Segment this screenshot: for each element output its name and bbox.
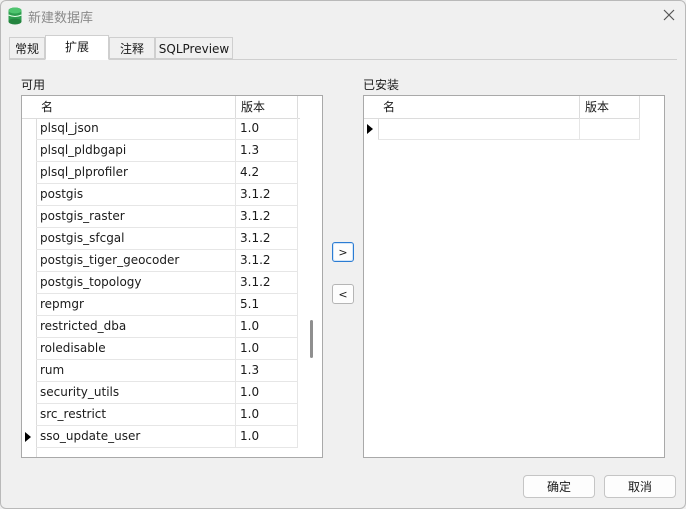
extension-name-cell[interactable]: src_restrict bbox=[36, 404, 236, 426]
extension-name-cell[interactable]: postgis_topology bbox=[36, 272, 236, 294]
extension-name-cell[interactable]: repmgr bbox=[36, 294, 236, 316]
extension-version-cell[interactable]: 1.0 bbox=[236, 404, 298, 426]
table-row[interactable]: security_utils 1.0 bbox=[22, 382, 298, 404]
table-row[interactable]: plsql_pldbgapi 1.3 bbox=[22, 140, 298, 162]
extension-name-cell[interactable]: postgis_raster bbox=[36, 206, 236, 228]
extension-version-cell[interactable]: 3.1.2 bbox=[236, 272, 298, 294]
close-button[interactable] bbox=[657, 4, 681, 26]
installed-grid-header: 名 版本 bbox=[364, 96, 640, 119]
ok-button[interactable]: 确定 bbox=[523, 475, 595, 498]
extension-version-cell[interactable]: 3.1.2 bbox=[236, 228, 298, 250]
table-row[interactable]: roledisable 1.0 bbox=[22, 338, 298, 360]
title-bar: 新建数据库 bbox=[1, 1, 685, 31]
available-label: 可用 bbox=[21, 78, 46, 92]
extension-version-cell[interactable]: 1.0 bbox=[236, 338, 298, 360]
tab-general[interactable]: 常规 bbox=[9, 37, 45, 59]
window-title: 新建数据库 bbox=[28, 11, 94, 26]
table-row[interactable]: postgis_sfcgal 3.1.2 bbox=[22, 228, 298, 250]
extension-version-cell[interactable]: 3.1.2 bbox=[236, 250, 298, 272]
table-row[interactable]: postgis_raster 3.1.2 bbox=[22, 206, 298, 228]
table-row[interactable]: sso_update_user 1.0 bbox=[22, 426, 298, 448]
remove-extension-button[interactable]: < bbox=[332, 284, 354, 304]
scrollbar-thumb[interactable] bbox=[310, 320, 313, 358]
available-grid-header: 名 版本 bbox=[22, 96, 300, 119]
tab-extensions[interactable]: 扩展 bbox=[45, 35, 109, 60]
installed-label: 已安装 bbox=[363, 78, 400, 92]
close-icon bbox=[663, 9, 675, 21]
extension-name-cell[interactable]: plsql_plprofiler bbox=[36, 162, 236, 184]
table-row[interactable]: src_restrict 1.0 bbox=[22, 404, 298, 426]
extension-name-cell[interactable]: roledisable bbox=[36, 338, 236, 360]
extension-version-cell[interactable] bbox=[580, 118, 640, 140]
column-header-name[interactable]: 名 bbox=[36, 96, 236, 118]
extension-version-cell[interactable]: 4.2 bbox=[236, 162, 298, 184]
extension-name-cell[interactable]: rum bbox=[36, 360, 236, 382]
table-row[interactable] bbox=[364, 118, 640, 140]
extension-name-cell[interactable]: sso_update_user bbox=[36, 426, 236, 448]
extension-name-cell[interactable]: security_utils bbox=[36, 382, 236, 404]
column-header-version[interactable]: 版本 bbox=[580, 96, 640, 118]
available-scrollbar[interactable] bbox=[300, 96, 322, 457]
extension-name-cell[interactable]: plsql_json bbox=[36, 118, 236, 140]
extension-name-cell[interactable] bbox=[378, 118, 580, 140]
table-row[interactable]: postgis_topology 3.1.2 bbox=[22, 272, 298, 294]
extension-name-cell[interactable]: postgis_sfcgal bbox=[36, 228, 236, 250]
cancel-button[interactable]: 取消 bbox=[604, 475, 676, 498]
table-row[interactable]: postgis_tiger_geocoder 3.1.2 bbox=[22, 250, 298, 272]
extension-version-cell[interactable]: 3.1.2 bbox=[236, 206, 298, 228]
table-row[interactable]: rum 1.3 bbox=[22, 360, 298, 382]
extension-version-cell[interactable]: 1.0 bbox=[236, 382, 298, 404]
extension-version-cell[interactable]: 5.1 bbox=[236, 294, 298, 316]
extension-version-cell[interactable]: 1.3 bbox=[236, 360, 298, 382]
new-database-dialog: 新建数据库 常规 扩展 注释 SQLPreview 可用 已安装 名 版本 pl… bbox=[0, 0, 686, 509]
installed-grid: 名 版本 bbox=[363, 95, 665, 458]
extension-name-cell[interactable]: restricted_dba bbox=[36, 316, 236, 338]
table-row[interactable]: plsql_plprofiler 4.2 bbox=[22, 162, 298, 184]
extension-name-cell[interactable]: postgis bbox=[36, 184, 236, 206]
extension-name-cell[interactable]: postgis_tiger_geocoder bbox=[36, 250, 236, 272]
extension-version-cell[interactable]: 1.0 bbox=[236, 316, 298, 338]
table-row[interactable]: repmgr 5.1 bbox=[22, 294, 298, 316]
tab-sqlpreview[interactable]: SQLPreview bbox=[155, 37, 233, 59]
available-grid: 名 版本 plsql_json 1.0 plsql_pldbgapi 1.3 plsql… bbox=[21, 95, 323, 458]
extension-version-cell[interactable]: 1.3 bbox=[236, 140, 298, 162]
extension-version-cell[interactable]: 1.0 bbox=[236, 426, 298, 448]
extension-name-cell[interactable]: plsql_pldbgapi bbox=[36, 140, 236, 162]
column-header-version[interactable]: 版本 bbox=[236, 96, 298, 118]
add-extension-button[interactable]: > bbox=[332, 242, 354, 262]
current-row-icon bbox=[25, 432, 31, 442]
database-icon bbox=[8, 7, 22, 25]
table-row[interactable]: restricted_dba 1.0 bbox=[22, 316, 298, 338]
column-header-name[interactable]: 名 bbox=[378, 96, 580, 118]
current-row-icon bbox=[367, 124, 373, 134]
tab-comment[interactable]: 注释 bbox=[109, 37, 155, 59]
table-row[interactable]: plsql_json 1.0 bbox=[22, 118, 298, 140]
extension-version-cell[interactable]: 3.1.2 bbox=[236, 184, 298, 206]
table-row[interactable]: postgis 3.1.2 bbox=[22, 184, 298, 206]
extension-version-cell[interactable]: 1.0 bbox=[236, 118, 298, 140]
